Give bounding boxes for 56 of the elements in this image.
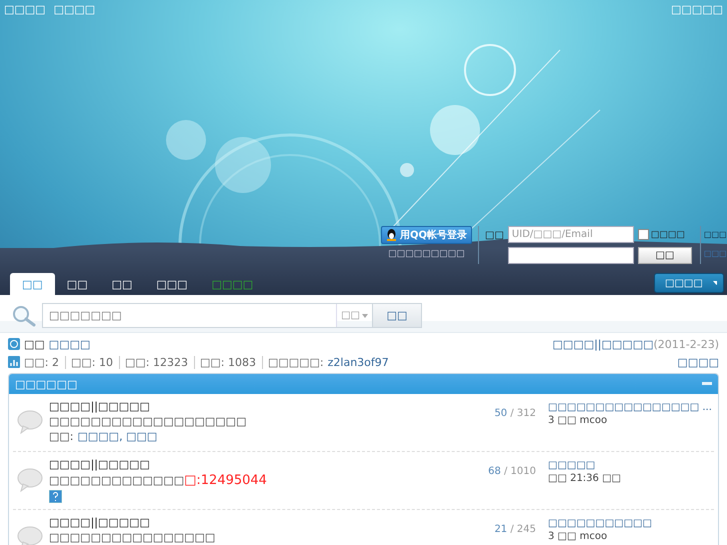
last-post-link[interactable]: □□□□□□□□□□□ <box>548 518 714 529</box>
view-link[interactable]: □□□□ <box>677 356 719 368</box>
search-icon <box>12 304 36 326</box>
moderator-links[interactable]: □□□□, □□□ <box>78 430 158 443</box>
password-field[interactable] <box>508 247 634 264</box>
nav-tab[interactable]: □□ <box>100 273 144 295</box>
last-post-info: 3 □□ mcoo <box>548 415 608 426</box>
login-button[interactable]: □□ <box>638 247 692 264</box>
section-title: □□□□□□ <box>15 378 78 390</box>
member-link[interactable]: z2lan3of97 <box>328 356 389 368</box>
last-post-info: □□ 21:36 □□ <box>548 473 622 484</box>
notice-label: □□ <box>24 338 45 350</box>
search-button[interactable]: □□ <box>372 304 421 327</box>
caret-icon <box>712 281 717 285</box>
last-post-link[interactable]: □□□□□□□□□□□□□□□□ ... <box>548 402 714 413</box>
forum-description: □□□□□□□□□□□□□□:12495044 <box>49 473 268 488</box>
stat-text: □□: 12323 <box>119 356 188 368</box>
announcement-icon <box>8 338 20 350</box>
forum-title-link[interactable]: □□□□||□□□□□ <box>49 400 436 413</box>
stat-text: □□: 10 <box>65 356 113 368</box>
thread-post-count: 50 / 312 <box>493 407 537 419</box>
stat-text: □□: 2 <box>24 356 59 368</box>
last-post-link[interactable]: □□□□□ <box>548 460 714 471</box>
newest-member-label: □□□□□: <box>262 356 324 368</box>
help-icon <box>49 490 62 503</box>
nav-tab[interactable]: □□□□ <box>200 273 266 295</box>
forum-description: □□□□□□□□□□□□□□□□ <box>49 531 216 544</box>
account-field[interactable]: UID/□□□/Email <box>508 226 634 243</box>
collapse-icon[interactable] <box>702 382 712 386</box>
nav-tab[interactable]: □□ <box>54 273 100 295</box>
bar-chart-icon <box>8 356 20 368</box>
quick-nav-button[interactable]: □□□□ <box>654 273 724 293</box>
thread-post-count: 68 / 1010 <box>487 465 537 477</box>
speech-bubble-icon <box>17 526 43 545</box>
remember-checkbox[interactable]: □□□□ <box>638 229 694 240</box>
thread-post-count: 21 / 245 <box>493 523 537 535</box>
account-label: □□ <box>485 229 504 241</box>
last-post-info: 3 □□ mcoo <box>548 531 608 542</box>
stat-text: □□: 1083 <box>194 356 256 368</box>
speech-bubble-icon <box>17 410 43 434</box>
moderators-label: □□: <box>49 430 74 443</box>
forgot-password-link[interactable]: □□□ <box>704 230 727 239</box>
nav-tab[interactable]: □□ <box>10 273 55 295</box>
forum-title-link[interactable]: □□□□||□□□□□ <box>49 458 436 471</box>
penguin-icon <box>386 229 397 241</box>
caret-icon <box>362 314 368 318</box>
announcement-link[interactable]: □□□□||□□□□□ <box>552 338 654 350</box>
nav-tab[interactable]: □□□ <box>144 273 200 295</box>
forum-description: □□□□□□□□□□□□□□□□□□□ <box>49 415 248 428</box>
quick-start-text: □□□□□□□□□ <box>388 249 465 259</box>
announcement-date: (2011-2-23) <box>653 338 719 350</box>
notice-link[interactable]: □□□□ <box>48 338 90 350</box>
search-field[interactable]: □□□□□□□ □□ □□ <box>42 303 422 328</box>
forum-title-link[interactable]: □□□□||□□□□□ <box>49 516 436 529</box>
speech-bubble-icon <box>17 468 43 492</box>
qq-login-button[interactable]: 用QQ帐号登录 <box>381 226 472 244</box>
